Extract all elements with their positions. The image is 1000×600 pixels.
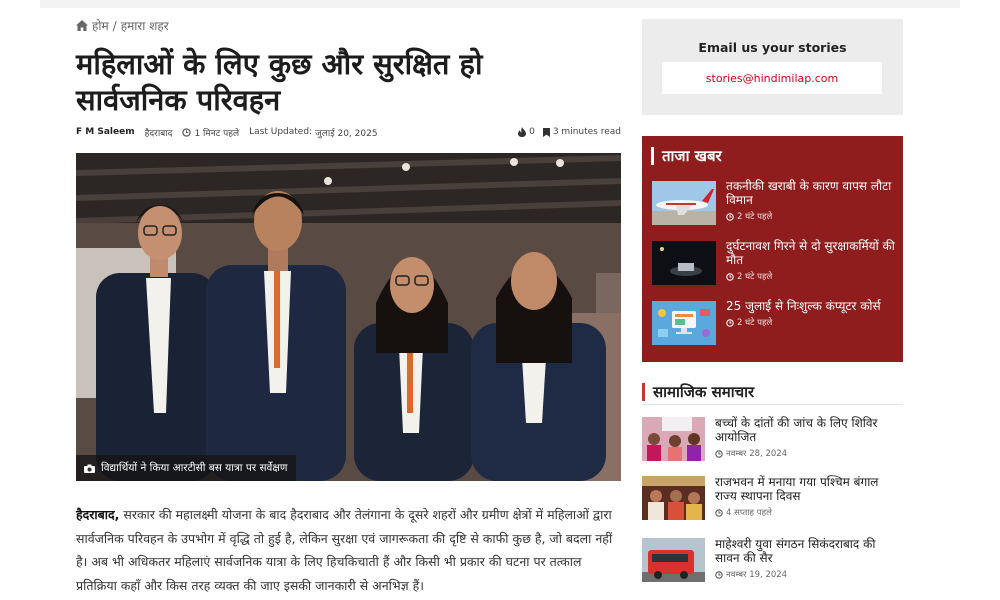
night-scene-image xyxy=(652,241,716,285)
breadcrumb-current[interactable]: हमारा शहर xyxy=(121,17,169,34)
social-news-time: 4 सप्ताह पहले xyxy=(715,507,772,518)
social-news-time-text: नवम्बर 19, 2024 xyxy=(726,570,788,580)
latest-news-item[interactable]: दुर्घटनावश गिरने से दो सुरक्षाकर्मियों क… xyxy=(652,239,898,285)
page-title: महिलाओं के लिए कुछ और सुरक्षित हो सार्वज… xyxy=(76,47,483,117)
breadcrumb-home[interactable]: होम xyxy=(92,17,109,34)
social-news-heading: सामाजिक समाचार xyxy=(642,383,754,401)
social-news-time-text: नवम्बर 28, 2024 xyxy=(726,449,788,459)
home-icon xyxy=(76,20,88,31)
latest-news-time: 2 घंटे पहले xyxy=(726,211,772,222)
email-stories-box: Email us your stories stories@hindimilap… xyxy=(642,19,903,115)
night-scene-thumbnail[interactable] xyxy=(652,241,716,285)
hot-count: 0 xyxy=(518,127,535,137)
latest-news-widget: ताजा खबर तकनीकी खराबी के कारण वापस लौटा … xyxy=(642,136,903,362)
airplane-thumbnail[interactable] xyxy=(652,181,716,225)
image-caption-text: विद्यार्थियों ने किया आरटीसी बस यात्रा प… xyxy=(101,462,288,474)
city-link[interactable]: हैदराबाद xyxy=(145,126,173,139)
latest-news-time-text: 2 घंटे पहले xyxy=(737,272,773,282)
latest-news-time: 2 घंटे पहले xyxy=(726,271,772,282)
social-news-item[interactable]: राजभवन में मनाया गया पश्चिम बंगाल राज्य … xyxy=(642,475,903,522)
latest-news-time-text: 2 घंटे पहले xyxy=(737,318,773,328)
social-news-time-text: 4 सप्ताह पहले xyxy=(726,508,772,518)
airplane-image xyxy=(652,181,716,225)
social-news-title[interactable]: माहेश्वरी युवा संगठन सिकंदराबाद की सावन … xyxy=(715,537,903,565)
clock-icon xyxy=(726,272,734,281)
clock-icon xyxy=(715,508,723,517)
latest-news-item[interactable]: तकनीकी खराबी के कारण वापस लौटा विमान 2 घ… xyxy=(652,179,898,225)
email-link[interactable]: stories@hindimilap.com xyxy=(662,62,882,94)
latest-news-time: 2 घंटे पहले xyxy=(726,317,772,328)
social-news-time: नवम्बर 28, 2024 xyxy=(715,448,787,459)
read-time: 3 minutes read xyxy=(542,127,621,137)
hero-image: विद्यार्थियों ने किया आरटीसी बस यात्रा प… xyxy=(76,153,621,481)
bus-trip-image xyxy=(642,538,705,582)
camera-icon xyxy=(84,464,95,473)
email-box-title: Email us your stories xyxy=(698,40,847,55)
image-caption: विद्यार्थियों ने किया आरटीसी बस यात्रा प… xyxy=(76,455,296,481)
latest-news-item[interactable]: 25 जुलाई से निःशुल्क कंप्यूटर कोर्स 2 घं… xyxy=(652,299,898,345)
computer-thumbnail[interactable] xyxy=(652,301,716,345)
lead-city: हैदराबाद, xyxy=(76,507,120,522)
posted-time-text: 1 मिनट पहले xyxy=(194,128,240,139)
social-news-time: नवम्बर 19, 2024 xyxy=(715,569,787,580)
top-bar xyxy=(40,0,960,8)
latest-news-heading: ताजा खबर xyxy=(651,147,722,165)
latest-news-time-text: 2 घंटे पहले xyxy=(737,212,773,222)
dental-camp-thumbnail[interactable] xyxy=(642,417,705,461)
rajbhavan-image xyxy=(642,476,705,520)
updated-label: Last Updated: xyxy=(249,127,313,137)
bookmark-icon xyxy=(542,127,550,137)
clock-icon xyxy=(726,212,734,221)
article-meta: F M Saleem हैदराबाद 1 मिनट पहले Last Upd… xyxy=(76,125,621,139)
clock-icon xyxy=(726,318,734,327)
divider xyxy=(642,404,903,405)
latest-news-title[interactable]: तकनीकी खराबी के कारण वापस लौटा विमान xyxy=(726,179,898,207)
read-time-text: 3 minutes read xyxy=(552,127,621,137)
social-news-title[interactable]: बच्चों के दांतों की जांच के लिए शिविर आय… xyxy=(715,416,903,444)
students-photo-illustration xyxy=(76,153,621,481)
hot-count-value: 0 xyxy=(529,127,535,137)
article-body: हैदराबाद, सरकार की महालक्ष्मी योजना के ब… xyxy=(76,503,621,597)
fire-icon xyxy=(518,127,527,137)
social-news-item[interactable]: माहेश्वरी युवा संगठन सिकंदराबाद की सावन … xyxy=(642,537,903,584)
dental-camp-image xyxy=(642,417,705,461)
clock-icon xyxy=(182,127,192,137)
latest-news-title[interactable]: 25 जुलाई से निःशुल्क कंप्यूटर कोर्स xyxy=(726,299,898,313)
posted-time: 1 मिनट पहले xyxy=(182,126,239,139)
clock-icon xyxy=(715,449,723,458)
bus-trip-thumbnail[interactable] xyxy=(642,538,705,582)
updated-date: जुलाई 20, 2025 xyxy=(315,128,378,139)
clock-icon xyxy=(715,570,723,579)
breadcrumb: होम / हमारा शहर xyxy=(76,17,169,34)
rajbhavan-thumbnail[interactable] xyxy=(642,476,705,520)
latest-news-title[interactable]: दुर्घटनावश गिरने से दो सुरक्षाकर्मियों क… xyxy=(726,239,898,267)
computer-illustration-image xyxy=(652,301,716,345)
author-link[interactable]: F M Saleem xyxy=(76,127,135,137)
breadcrumb-separator: / xyxy=(112,18,117,33)
social-news-title[interactable]: राजभवन में मनाया गया पश्चिम बंगाल राज्य … xyxy=(715,475,903,503)
article-body-text: सरकार की महालक्ष्मी योजना के बाद हैदराबा… xyxy=(76,507,613,593)
social-news-item[interactable]: बच्चों के दांतों की जांच के लिए शिविर आय… xyxy=(642,416,903,463)
